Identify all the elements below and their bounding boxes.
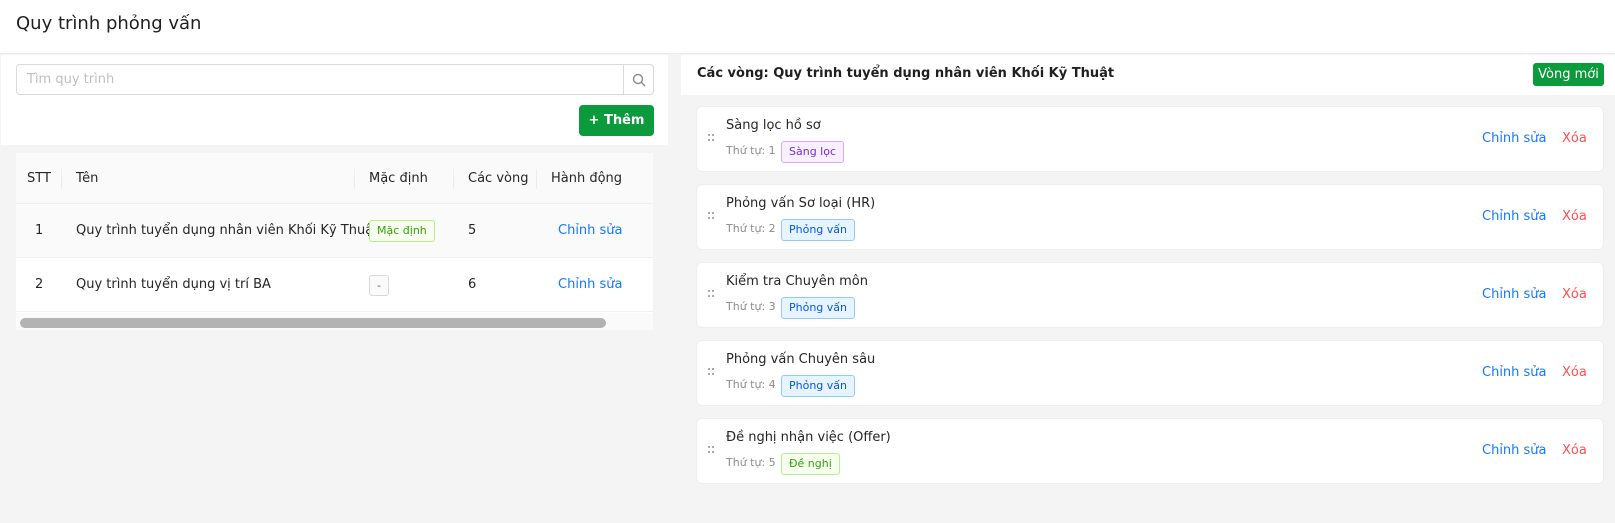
page-title: Quy trình phỏng vấn bbox=[16, 13, 202, 34]
search-box bbox=[16, 64, 654, 95]
delete-round-link[interactable]: Xóa bbox=[1562, 365, 1587, 380]
delete-round-link[interactable]: Xóa bbox=[1562, 443, 1587, 458]
drag-handle-icon[interactable] bbox=[707, 366, 715, 378]
round-name: Sàng lọc hồ sơ bbox=[726, 118, 821, 133]
round-name: Phỏng vấn Chuyên sâu bbox=[726, 352, 876, 367]
column-header-default: Mặc định bbox=[369, 171, 428, 186]
edit-round-link[interactable]: Chỉnh sửa bbox=[1482, 131, 1547, 146]
page-header: Quy trình phỏng vấn bbox=[0, 0, 1615, 54]
round-order: Thứ tự: 2 bbox=[726, 222, 776, 235]
add-process-button[interactable]: + Thêm bbox=[579, 105, 654, 136]
round-type-tag: Phỏng vấn bbox=[781, 375, 856, 397]
rounds-title: Các vòng: Quy trình tuyển dụng nhân viên… bbox=[697, 66, 1115, 81]
rounds-count: 5 bbox=[468, 223, 477, 238]
table-row[interactable]: 1 Quy trình tuyển dụng nhân viên Khối Kỹ… bbox=[16, 204, 653, 258]
process-name: Quy trình tuyển dụng nhân viên Khối Kỹ T… bbox=[76, 223, 379, 238]
round-order: Thứ tự: 4 bbox=[726, 378, 776, 391]
round-order: Thứ tự: 1 bbox=[726, 144, 776, 157]
round-card[interactable]: Đề nghị nhận việc (Offer) Thứ tự: 5 Đề n… bbox=[696, 418, 1604, 484]
drag-handle-icon[interactable] bbox=[707, 210, 715, 222]
process-toolbar: + Thêm bbox=[1, 55, 668, 145]
edit-process-link[interactable]: Chỉnh sửa bbox=[558, 204, 623, 258]
rounds-count: 6 bbox=[468, 277, 477, 292]
round-type-tag: Phỏng vấn bbox=[781, 219, 856, 241]
delete-round-link[interactable]: Xóa bbox=[1562, 131, 1587, 146]
edit-round-link[interactable]: Chỉnh sửa bbox=[1482, 365, 1547, 380]
drag-handle-icon[interactable] bbox=[707, 288, 715, 300]
round-card[interactable]: Sàng lọc hồ sơ Thứ tự: 1 Sàng lọc Chỉnh … bbox=[696, 106, 1604, 172]
delete-round-link[interactable]: Xóa bbox=[1562, 287, 1587, 302]
table-header: STT Tên Mặc định Các vòng Hành động bbox=[16, 153, 653, 204]
round-name: Đề nghị nhận việc (Offer) bbox=[726, 430, 891, 445]
round-card[interactable]: Phỏng vấn Sơ loại (HR) Thứ tự: 2 Phỏng v… bbox=[696, 184, 1604, 250]
default-badge: Mặc định bbox=[369, 220, 435, 242]
round-card[interactable]: Kiểm tra Chuyên môn Thứ tự: 3 Phỏng vấn … bbox=[696, 262, 1604, 328]
column-header-rounds: Các vòng bbox=[468, 171, 529, 186]
column-header-stt: STT bbox=[27, 171, 51, 186]
edit-process-link[interactable]: Chỉnh sửa bbox=[558, 258, 623, 312]
round-card[interactable]: Phỏng vấn Chuyên sâu Thứ tự: 4 Phỏng vấn… bbox=[696, 340, 1604, 406]
search-input[interactable] bbox=[17, 65, 623, 94]
drag-handle-icon[interactable] bbox=[707, 132, 715, 144]
rounds-header: Các vòng: Quy trình tuyển dụng nhân viên… bbox=[681, 55, 1615, 95]
round-type-tag: Phỏng vấn bbox=[781, 297, 856, 319]
round-type-tag: Sàng lọc bbox=[781, 141, 845, 163]
round-order: Thứ tự: 3 bbox=[726, 300, 776, 313]
process-name: Quy trình tuyển dụng vị trí BA bbox=[76, 277, 271, 292]
horizontal-scrollbar[interactable] bbox=[16, 313, 653, 330]
round-name: Phỏng vấn Sơ loại (HR) bbox=[726, 196, 876, 211]
row-index: 1 bbox=[35, 223, 44, 238]
search-button[interactable] bbox=[623, 65, 653, 94]
delete-round-link[interactable]: Xóa bbox=[1562, 209, 1587, 224]
edit-round-link[interactable]: Chỉnh sửa bbox=[1482, 443, 1547, 458]
scrollbar-thumb[interactable] bbox=[20, 318, 606, 328]
drag-handle-icon[interactable] bbox=[707, 444, 715, 456]
row-index: 2 bbox=[35, 277, 44, 292]
search-icon bbox=[632, 73, 646, 87]
edit-round-link[interactable]: Chỉnh sửa bbox=[1482, 209, 1547, 224]
new-round-button[interactable]: Vòng mới bbox=[1533, 63, 1604, 86]
process-table: STT Tên Mặc định Các vòng Hành động 1 Qu… bbox=[16, 153, 653, 330]
column-header-actions: Hành động bbox=[551, 171, 623, 186]
round-name: Kiểm tra Chuyên môn bbox=[726, 274, 868, 289]
table-row[interactable]: 2 Quy trình tuyển dụng vị trí BA - 6 Chỉ… bbox=[16, 258, 653, 312]
round-type-tag: Đề nghị bbox=[781, 453, 840, 475]
round-order: Thứ tự: 5 bbox=[726, 456, 776, 469]
default-badge: - bbox=[369, 275, 389, 296]
column-header-name: Tên bbox=[76, 171, 99, 186]
edit-round-link[interactable]: Chỉnh sửa bbox=[1482, 287, 1547, 302]
